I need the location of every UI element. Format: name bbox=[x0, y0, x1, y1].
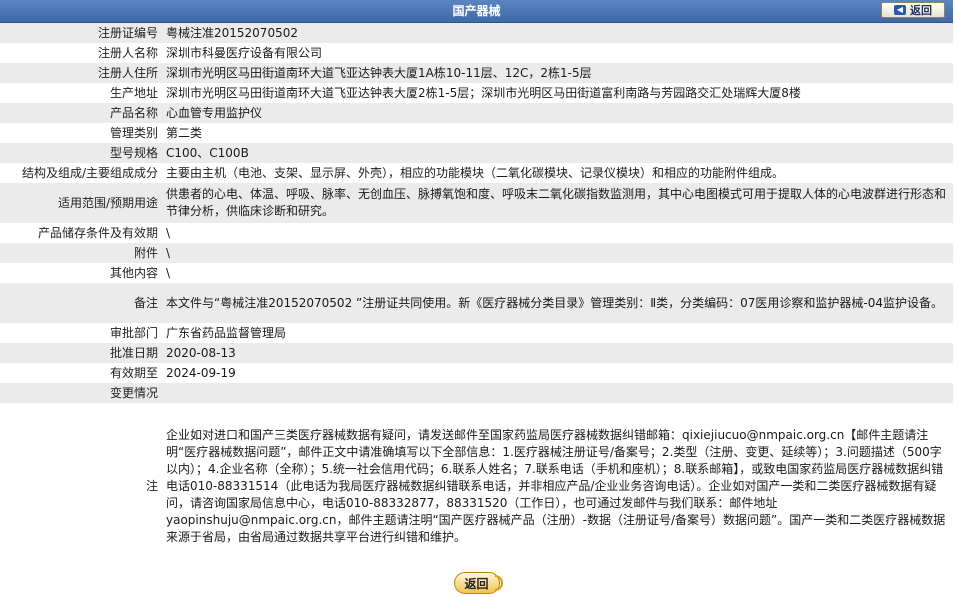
row-value: 本文件与“粤械注准20152070502 ”注册证共同使用。新《医疗器械分类目录… bbox=[163, 283, 953, 323]
row-value: 心血管专用监护仪 bbox=[163, 103, 953, 123]
row-key: 注册人住所 bbox=[0, 63, 163, 83]
row-value: 供患者的心电、体温、呼吸、脉率、无创血压、脉搏氧饱和度、呼吸末二氧化碳指数监测用… bbox=[163, 183, 953, 223]
table-row: 注册证编号 粤械注准20152070502 bbox=[0, 23, 953, 43]
table-row: 变更情况 bbox=[0, 383, 953, 403]
row-key: 附件 bbox=[0, 243, 163, 263]
row-value: 2020-08-13 bbox=[163, 343, 953, 363]
bottom-bar: 返回 bbox=[0, 570, 953, 596]
title-bar: 国产器械 ◀ 返回 bbox=[0, 0, 953, 23]
row-key: 审批部门 bbox=[0, 323, 163, 343]
table-row: 产品储存条件及有效期 \ bbox=[0, 223, 953, 243]
row-key: 备注 bbox=[0, 283, 163, 323]
back-button-top-label: 返回 bbox=[910, 4, 932, 17]
back-button-bottom-label: 返回 bbox=[464, 576, 489, 591]
row-value: \ bbox=[163, 263, 953, 283]
note-key: 注 bbox=[0, 403, 163, 569]
table-row: 备注 本文件与“粤械注准20152070502 ”注册证共同使用。新《医疗器械分类… bbox=[0, 283, 953, 323]
row-key: 适用范围/预期用途 bbox=[0, 183, 163, 223]
row-key: 有效期至 bbox=[0, 363, 163, 383]
back-button-bottom[interactable]: 返回 bbox=[453, 572, 503, 594]
row-key: 结构及组成/主要组成成分 bbox=[0, 163, 163, 183]
table-row: 结构及组成/主要组成成分 主要由主机（电池、支架、显示屏、外壳），相应的功能模块（… bbox=[0, 163, 953, 183]
row-key: 生产地址 bbox=[0, 83, 163, 103]
table-row: 产品名称 心血管专用监护仪 bbox=[0, 103, 953, 123]
row-value: \ bbox=[163, 243, 953, 263]
table-row: 附件 \ bbox=[0, 243, 953, 263]
row-value: 广东省药品监督管理局 bbox=[163, 323, 953, 343]
row-key: 注册证编号 bbox=[0, 23, 163, 43]
back-arrow-icon: ◀ bbox=[894, 5, 906, 15]
row-value: \ bbox=[163, 223, 953, 243]
row-key: 产品名称 bbox=[0, 103, 163, 123]
table-row: 生产地址 深圳市光明区马田街道南环大道飞亚达钟表大厦2栋1-5层；深圳市光明区马田… bbox=[0, 83, 953, 103]
page-title: 国产器械 bbox=[452, 4, 501, 18]
row-key: 注册人名称 bbox=[0, 43, 163, 63]
table-row: 适用范围/预期用途 供患者的心电、体温、呼吸、脉率、无创血压、脉搏氧饱和度、呼吸末… bbox=[0, 183, 953, 223]
row-key: 变更情况 bbox=[0, 383, 163, 403]
row-value: 深圳市科曼医疗设备有限公司 bbox=[163, 43, 953, 63]
row-key: 管理类别 bbox=[0, 123, 163, 143]
table-row: 有效期至 2024-09-19 bbox=[0, 363, 953, 383]
row-key: 型号规格 bbox=[0, 143, 163, 163]
row-value bbox=[163, 383, 953, 403]
row-value: 2024-09-19 bbox=[163, 363, 953, 383]
row-value: C100、C100B bbox=[163, 143, 953, 163]
row-value: 深圳市光明区马田街道南环大道飞亚达钟表大厦2栋1-5层；深圳市光明区马田街道富利… bbox=[163, 83, 953, 103]
note-row: 注企业如对进口和国产三类医疗器械数据有疑问，请发送邮件至国家药监局医疗器械数据纠… bbox=[0, 403, 953, 569]
table-row: 管理类别 第二类 bbox=[0, 123, 953, 143]
table-row: 注册人名称 深圳市科曼医疗设备有限公司 bbox=[0, 43, 953, 63]
detail-table: 注册证编号 粤械注准20152070502 注册人名称 深圳市科曼医疗设备有限公司 注册… bbox=[0, 23, 953, 569]
row-key: 其他内容 bbox=[0, 263, 163, 283]
row-value: 粤械注准20152070502 bbox=[163, 23, 953, 43]
note-value: 企业如对进口和国产三类医疗器械数据有疑问，请发送邮件至国家药监局医疗器械数据纠错… bbox=[163, 403, 953, 569]
back-ring-icon bbox=[494, 575, 503, 591]
table-row: 审批部门 广东省药品监督管理局 bbox=[0, 323, 953, 343]
row-value: 深圳市光明区马田街道南环大道飞亚达钟表大厦1A栋10-11层、12C，2栋1-5… bbox=[163, 63, 953, 83]
back-button-top[interactable]: ◀ 返回 bbox=[881, 2, 945, 18]
table-row: 批准日期 2020-08-13 bbox=[0, 343, 953, 363]
table-row: 其他内容 \ bbox=[0, 263, 953, 283]
row-key: 批准日期 bbox=[0, 343, 163, 363]
row-value: 第二类 bbox=[163, 123, 953, 143]
row-key: 产品储存条件及有效期 bbox=[0, 223, 163, 243]
table-row: 注册人住所 深圳市光明区马田街道南环大道飞亚达钟表大厦1A栋10-11层、12C，… bbox=[0, 63, 953, 83]
row-value: 主要由主机（电池、支架、显示屏、外壳），相应的功能模块（二氧化碳模块、记录仪模块… bbox=[163, 163, 953, 183]
table-row: 型号规格 C100、C100B bbox=[0, 143, 953, 163]
